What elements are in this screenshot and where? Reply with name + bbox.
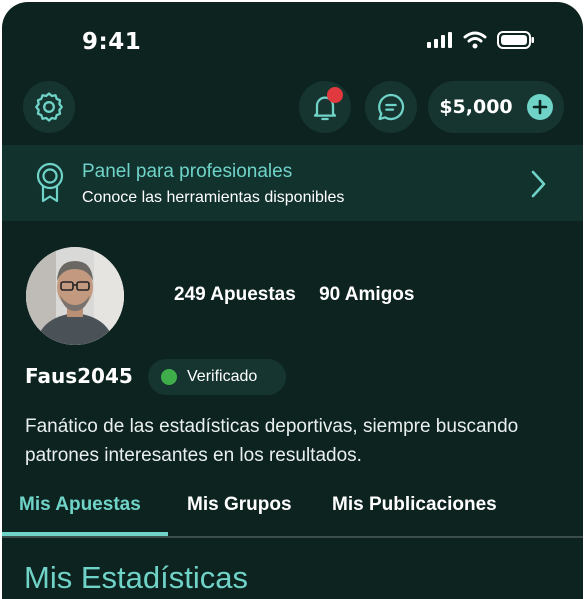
friends-count[interactable]: 90 Amigos [319,284,414,305]
gear-icon [35,92,63,122]
messages-button[interactable] [365,81,417,133]
notification-badge [327,87,343,103]
section-title: Mis Estadísticas [24,560,248,595]
tab-mis-grupos[interactable]: Mis Grupos [187,494,292,516]
verified-label: Verificado [187,368,258,385]
balance-button[interactable]: $5,000 [428,81,564,133]
status-icons [427,31,535,49]
pro-panel-title: Panel para profesionales [82,161,293,182]
signal-icon [427,32,452,48]
username: Faus2045 [25,364,133,388]
balance-amount: $5,000 [439,96,513,118]
settings-button[interactable] [23,81,75,133]
chevron-right-icon [531,170,546,198]
verified-badge: Verificado [148,359,286,395]
chat-icon [378,93,405,121]
tab-mis-publicaciones[interactable]: Mis Publicaciones [332,494,497,516]
status-time: 9:41 [82,29,142,55]
pro-panel-banner[interactable] [2,145,583,221]
plus-icon [526,94,553,120]
award-icon [36,162,64,203]
app-screen: 9:41 $5,000 Panel para profesionales Con… [2,2,583,599]
avatar[interactable] [26,247,124,345]
tabs-divider [2,536,583,538]
verified-dot-icon [161,369,177,385]
pro-panel-subtitle: Conoce las herramientas disponibles [82,189,345,206]
profile-bio: Fanático de las estadísticas deportivas,… [25,416,519,466]
bets-count[interactable]: 249 Apuestas [174,284,296,305]
profile-stats: 249 Apuestas 90 Amigos [174,284,432,306]
wifi-icon [463,31,487,49]
battery-icon [497,31,534,49]
notifications-button[interactable] [299,81,351,133]
tab-mis-apuestas[interactable]: Mis Apuestas [19,494,141,516]
